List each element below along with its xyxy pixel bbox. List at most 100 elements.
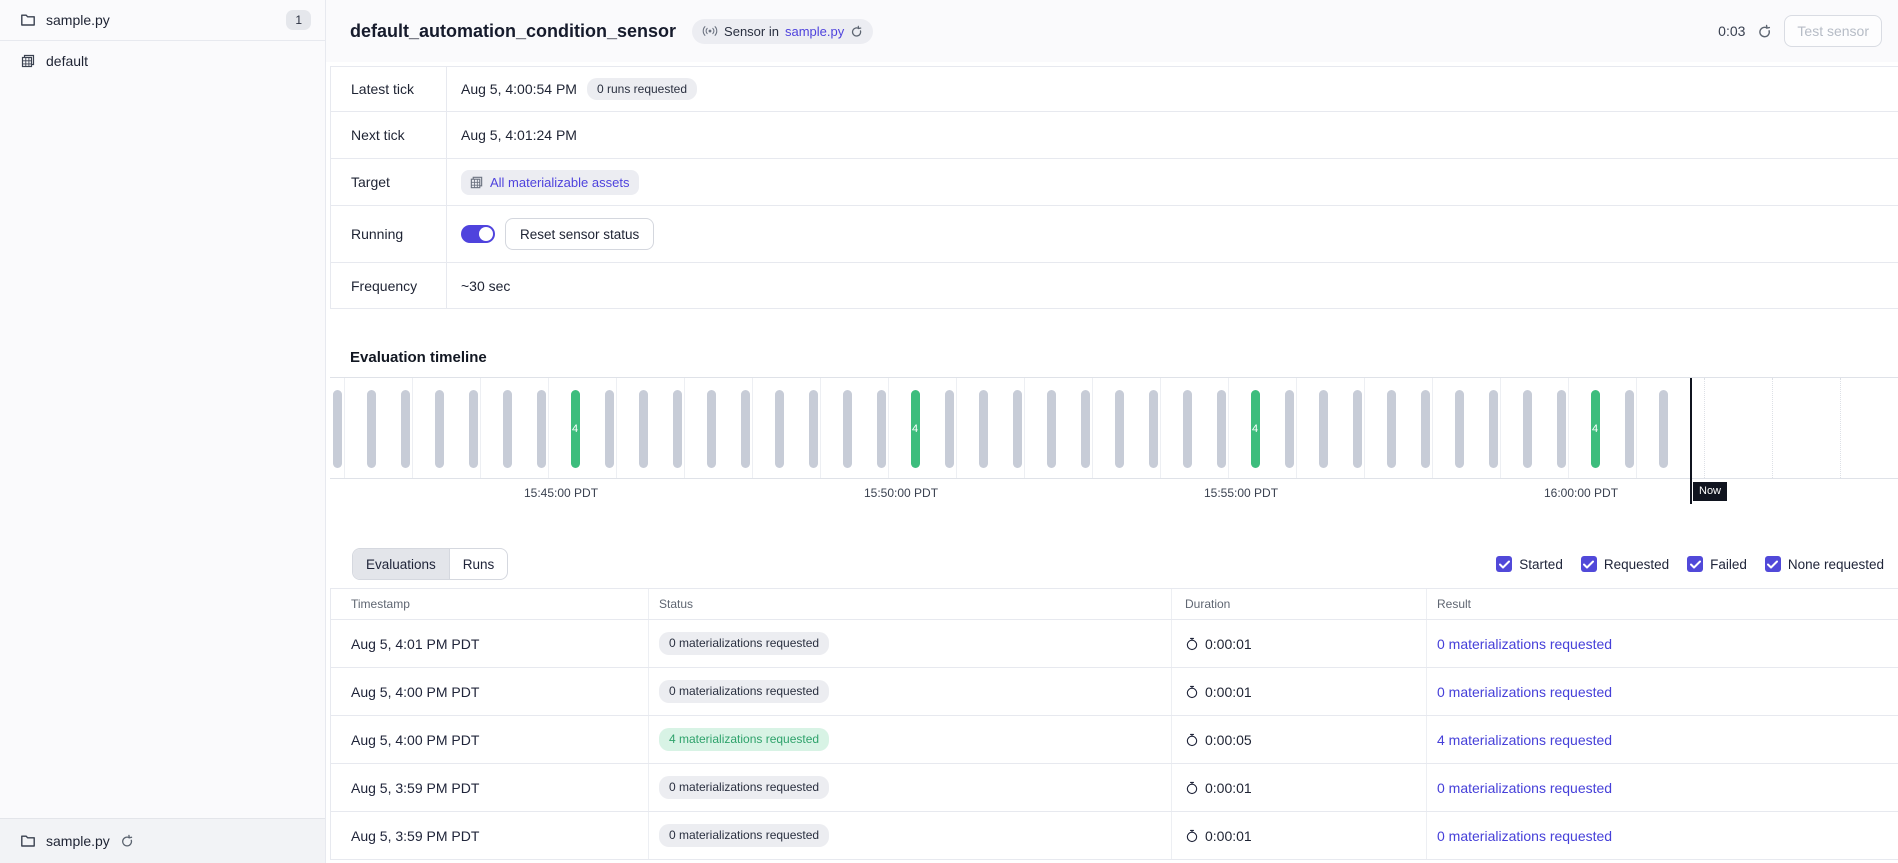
evaluation-duration: 0:00:01 <box>1205 636 1252 652</box>
evaluation-result-link[interactable]: 4 materializations requested <box>1437 732 1612 748</box>
timeline-tick-bar[interactable] <box>469 390 478 468</box>
timeline-tick-bar[interactable] <box>673 390 682 468</box>
evaluation-row: Aug 5, 3:59 PM PDT 0 materializations req… <box>331 812 1898 860</box>
evaluation-duration: 0:00:01 <box>1205 828 1252 844</box>
filter-none-requested[interactable]: None requested <box>1765 556 1884 572</box>
tab-evaluations[interactable]: Evaluations <box>353 549 449 579</box>
evaluations-table-body: Aug 5, 4:01 PM PDT0 materializations req… <box>331 620 1898 860</box>
checkbox-icon[interactable] <box>1687 556 1703 572</box>
test-sensor-button[interactable]: Test sensor <box>1784 15 1882 47</box>
evaluation-status-cell: 0 materializations requested <box>649 764 1172 811</box>
timeline-tick-bar[interactable] <box>1557 390 1566 468</box>
evaluation-duration: 0:00:01 <box>1205 780 1252 796</box>
filter-started[interactable]: Started <box>1496 556 1563 572</box>
timeline-tick-bar[interactable] <box>333 390 342 468</box>
evaluation-result-link[interactable]: 0 materializations requested <box>1437 828 1612 844</box>
timeline-tick-bar[interactable] <box>775 390 784 468</box>
stopwatch-icon <box>1185 685 1199 699</box>
reset-sensor-status-button[interactable]: Reset sensor status <box>505 218 654 250</box>
timeline-tick-bar[interactable] <box>741 390 750 468</box>
checkbox-icon[interactable] <box>1496 556 1512 572</box>
timeline-tick-bar-requested[interactable]: 4 <box>1251 390 1260 468</box>
timeline-tick-bar[interactable] <box>809 390 818 468</box>
target-asset-selection-chip[interactable]: All materializable assets <box>461 170 639 195</box>
timeline-tick-bar[interactable] <box>1489 390 1498 468</box>
timeline-tick-bar[interactable] <box>1149 390 1158 468</box>
evaluation-status-badge: 0 materializations requested <box>659 680 829 702</box>
timeline-tick-bar[interactable] <box>1659 390 1668 468</box>
timeline-tick-bar[interactable] <box>1183 390 1192 468</box>
checkbox-icon[interactable] <box>1765 556 1781 572</box>
timeline-tick-bar[interactable] <box>1319 390 1328 468</box>
sidebar-item-code-location[interactable]: sample.py 1 <box>0 0 325 40</box>
timeline-tick-bar[interactable] <box>605 390 614 468</box>
evaluation-result-cell: 0 materializations requested <box>1427 764 1898 811</box>
timeline-tick-bar[interactable] <box>707 390 716 468</box>
timeline-tick-bar[interactable] <box>877 390 886 468</box>
timeline-tick-bar[interactable] <box>1455 390 1464 468</box>
timeline-tick-bar[interactable] <box>1523 390 1532 468</box>
refresh-icon[interactable] <box>1757 24 1772 39</box>
sidebar-item-asset-group[interactable]: default <box>0 41 325 81</box>
filter-label: None requested <box>1788 557 1884 572</box>
refresh-countdown: 0:03 <box>1718 23 1745 39</box>
tab-runs[interactable]: Runs <box>449 549 508 579</box>
evaluation-timestamp: Aug 5, 3:59 PM PDT <box>331 812 649 859</box>
code-location-count-badge: 1 <box>286 10 311 30</box>
page-header: default_automation_condition_sensor Sens… <box>326 0 1898 62</box>
asset-group-label: default <box>46 53 311 69</box>
evaluation-row: Aug 5, 4:01 PM PDT0 materializations req… <box>331 620 1898 668</box>
timeline-tick-bar-requested[interactable]: 4 <box>911 390 920 468</box>
timeline-tick-bar[interactable] <box>1421 390 1430 468</box>
timeline-tick-bar[interactable] <box>1217 390 1226 468</box>
evaluation-duration-cell: 0:00:05 <box>1172 716 1427 763</box>
timeline-tick-bar[interactable] <box>1115 390 1124 468</box>
checkbox-icon[interactable] <box>1581 556 1597 572</box>
filter-requested[interactable]: Requested <box>1581 556 1669 572</box>
timeline-tick-bar[interactable] <box>843 390 852 468</box>
timeline-tick-bar[interactable] <box>1353 390 1362 468</box>
timeline-tick-bar[interactable] <box>1081 390 1090 468</box>
evaluation-status-badge: 0 materializations requested <box>659 776 829 798</box>
timeline-gridline <box>616 378 617 478</box>
list-controls: Evaluations Runs Started Requested Failed N… <box>352 548 1884 580</box>
latest-tick-value: Aug 5, 4:00:54 PM <box>461 81 577 97</box>
timeline-tick-bar-requested[interactable]: 4 <box>571 390 580 468</box>
evaluation-result-link[interactable]: 0 materializations requested <box>1437 636 1612 652</box>
now-marker-label: Now <box>1693 482 1727 501</box>
timeline-tick-bar[interactable] <box>1013 390 1022 468</box>
evaluation-status-cell: 4 materializations requested <box>649 716 1172 763</box>
timeline-tick-bar[interactable] <box>367 390 376 468</box>
timeline-gridline <box>1092 378 1093 478</box>
filter-failed[interactable]: Failed <box>1687 556 1747 572</box>
timeline-gridline <box>1500 378 1501 478</box>
evaluation-result-link[interactable]: 0 materializations requested <box>1437 780 1612 796</box>
timeline-tick-bar[interactable] <box>503 390 512 468</box>
reload-location-icon[interactable] <box>120 834 134 848</box>
reload-sensor-icon[interactable] <box>850 25 863 38</box>
evaluation-row: Aug 5, 4:00 PM PDT4 materializations req… <box>331 716 1898 764</box>
footer-location-label: sample.py <box>46 833 110 849</box>
overview-row-latest-tick: Latest tick Aug 5, 4:00:54 PM 0 runs req… <box>331 67 1898 112</box>
timeline-gridline <box>344 378 345 478</box>
timeline-tick-bar[interactable] <box>639 390 648 468</box>
timeline-tick-bar[interactable] <box>435 390 444 468</box>
timeline-tick-bar[interactable] <box>401 390 410 468</box>
evaluation-result-link[interactable]: 0 materializations requested <box>1437 684 1612 700</box>
running-toggle[interactable] <box>461 225 495 243</box>
evaluation-status-cell: 0 materializations requested <box>649 668 1172 715</box>
timeline-tick-bar-requested[interactable]: 4 <box>1591 390 1600 468</box>
timeline-tick-bar[interactable] <box>1387 390 1396 468</box>
folder-icon <box>20 833 36 849</box>
sensor-location-link[interactable]: sample.py <box>785 24 844 39</box>
timeline-tick-bar[interactable] <box>1625 390 1634 468</box>
evaluation-duration-cell: 0:00:01 <box>1172 812 1427 859</box>
timeline-tick-bar[interactable] <box>1285 390 1294 468</box>
timeline-tick-bar[interactable] <box>979 390 988 468</box>
evaluation-status-badge: 0 materializations requested <box>659 632 829 654</box>
timeline-tick-bar[interactable] <box>945 390 954 468</box>
now-marker-line <box>1690 378 1692 504</box>
evaluations-table: Timestamp Status Duration Result Aug 5, … <box>330 588 1898 860</box>
timeline-tick-bar[interactable] <box>537 390 546 468</box>
timeline-tick-bar[interactable] <box>1047 390 1056 468</box>
